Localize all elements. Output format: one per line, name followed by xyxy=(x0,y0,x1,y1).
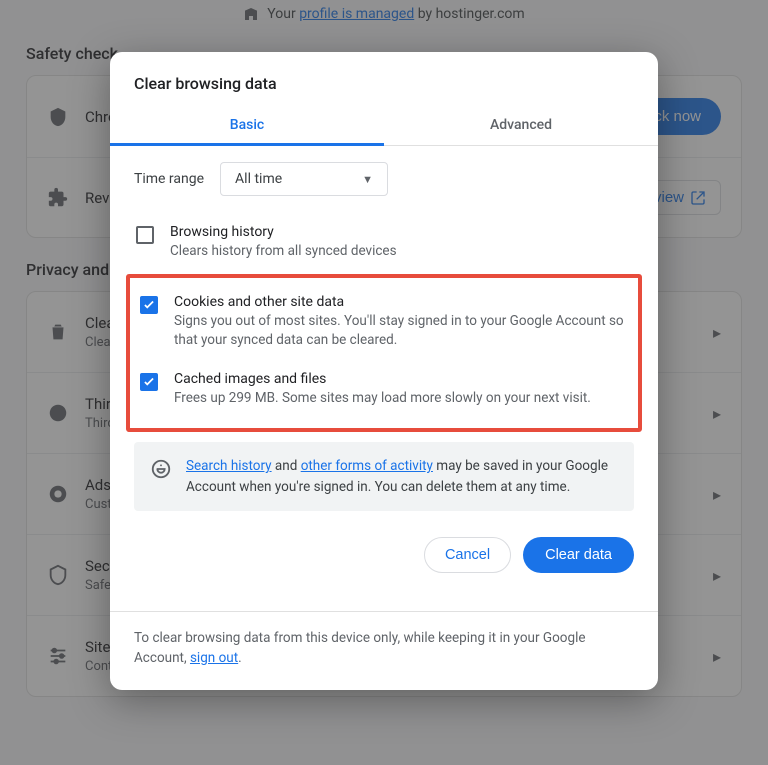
dialog-actions: Cancel Clear data xyxy=(110,519,658,583)
tab-advanced[interactable]: Advanced xyxy=(384,107,658,145)
other-activity-link[interactable]: other forms of activity xyxy=(301,458,433,474)
time-range-select[interactable]: All time ▼ xyxy=(220,162,388,196)
checkbox-cookies[interactable] xyxy=(140,296,158,314)
caret-down-icon: ▼ xyxy=(362,173,373,186)
time-range-value: All time xyxy=(235,171,282,187)
option-cached-files[interactable]: Cached images and files Frees up 299 MB.… xyxy=(138,361,630,419)
search-history-link[interactable]: Search history xyxy=(186,458,272,474)
dialog-tabs: Basic Advanced xyxy=(110,107,658,146)
option-desc: Signs you out of most sites. You'll stay… xyxy=(174,312,628,351)
checkbox-browsing-history[interactable] xyxy=(136,226,154,244)
dialog-title: Clear browsing data xyxy=(110,52,658,107)
checkbox-cached-files[interactable] xyxy=(140,373,158,391)
tab-basic[interactable]: Basic xyxy=(110,107,384,145)
option-title: Cookies and other site data xyxy=(174,294,628,310)
option-title: Browsing history xyxy=(170,224,397,240)
option-desc: Frees up 299 MB. Some sites may load mor… xyxy=(174,389,591,409)
google-account-info: Search history and other forms of activi… xyxy=(134,442,634,511)
cancel-button[interactable]: Cancel xyxy=(424,537,511,573)
highlighted-options: Cookies and other site data Signs you ou… xyxy=(126,274,642,433)
clear-data-button[interactable]: Clear data xyxy=(523,537,634,573)
sign-out-link[interactable]: sign out xyxy=(190,650,238,666)
option-cookies[interactable]: Cookies and other site data Signs you ou… xyxy=(138,284,630,361)
dialog-body: Time range All time ▼ Browsing history C… xyxy=(110,146,658,519)
google-icon xyxy=(150,458,172,480)
time-range-row: Time range All time ▼ xyxy=(134,162,634,196)
option-desc: Clears history from all synced devices xyxy=(170,242,397,262)
option-title: Cached images and files xyxy=(174,371,591,387)
option-browsing-history[interactable]: Browsing history Clears history from all… xyxy=(134,214,634,272)
clear-browsing-data-dialog: Clear browsing data Basic Advanced Time … xyxy=(110,52,658,690)
dialog-footer: To clear browsing data from this device … xyxy=(110,611,658,691)
time-range-label: Time range xyxy=(134,171,204,187)
info-text: Search history and other forms of activi… xyxy=(186,456,618,497)
